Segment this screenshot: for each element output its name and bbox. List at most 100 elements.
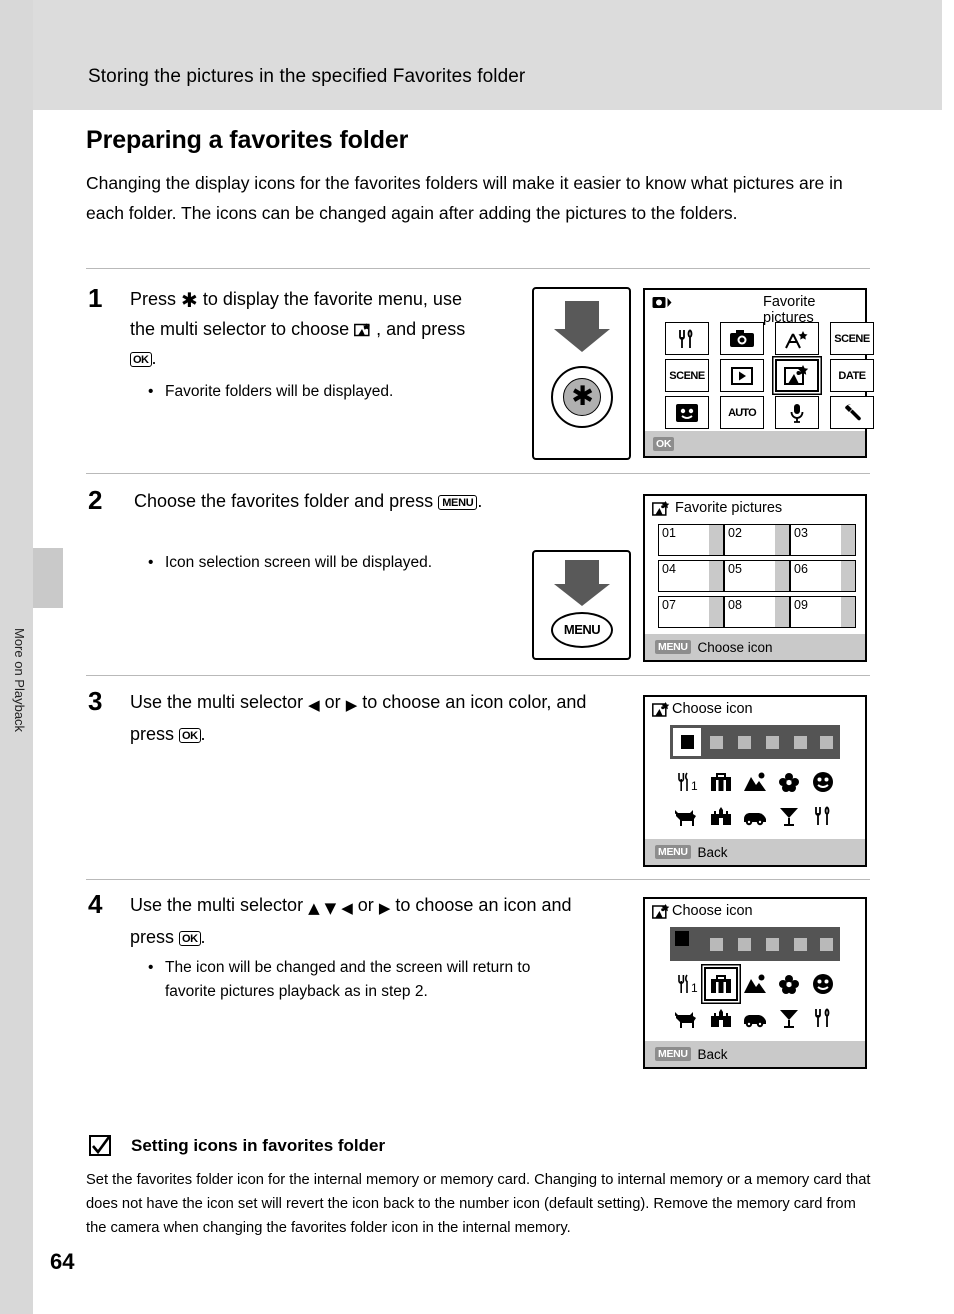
- folder-cell-02[interactable]: 02: [724, 524, 790, 556]
- step-3-text-part1: Use the multi selector: [130, 692, 304, 712]
- menu-cell-voice[interactable]: [775, 396, 819, 429]
- icon-dog[interactable]: [670, 1003, 704, 1033]
- step-1-button-panel: ✱: [532, 287, 631, 460]
- right-arrow-icon: ▶: [345, 696, 358, 714]
- color-swatch-2[interactable]: [710, 736, 723, 749]
- step-4-text-part4: .: [200, 927, 206, 947]
- icon-cocktail[interactable]: [772, 1003, 806, 1033]
- icon-castle[interactable]: [704, 801, 738, 831]
- favorite-menu-footer-ok: OK: [653, 434, 675, 452]
- menu-cell-camera[interactable]: [720, 322, 764, 355]
- folder-cell-03[interactable]: 03: [790, 524, 856, 556]
- icon-mountain[interactable]: [738, 767, 772, 797]
- divider-4: [86, 879, 870, 880]
- screen-folder-list: Favorite pictures 01 02 03 04 05 06 07 0…: [643, 494, 867, 662]
- icon-face[interactable]: [806, 969, 840, 999]
- step-2-text-part1: Choose the favorites folder and press: [134, 491, 434, 511]
- icon-flower[interactable]: [772, 767, 806, 797]
- icon-bag[interactable]: [704, 767, 738, 797]
- menu-cell-scene[interactable]: SCENE: [830, 322, 874, 355]
- screen-favorite-menu: Favorite pictures SCENE SCENE DATE AUTO …: [643, 288, 874, 458]
- color-swatch-4[interactable]: [766, 938, 779, 951]
- svg-text:1: 1: [691, 981, 698, 995]
- color-swatch-4[interactable]: [766, 736, 779, 749]
- color-swatch-5[interactable]: [794, 938, 807, 951]
- icon-car[interactable]: [738, 801, 772, 831]
- step-2-text: Choose the favorites folder and press ME…: [134, 487, 494, 516]
- color-swatch-3[interactable]: [738, 736, 751, 749]
- folder-cell-06[interactable]: 06: [790, 560, 856, 592]
- menu-cell-restaurant[interactable]: [665, 322, 709, 355]
- step-1-number: 1: [88, 283, 103, 313]
- divider-3: [86, 675, 870, 676]
- step-2-bullet: Icon selection screen will be displayed.: [148, 551, 505, 575]
- icon-mountain[interactable]: [738, 969, 772, 999]
- color-swatch-3[interactable]: [738, 938, 751, 951]
- choose-icon-footer-3: MENU Back: [655, 845, 728, 860]
- folder-cell-01[interactable]: 01: [658, 524, 724, 556]
- step-1-text-part4: .: [151, 348, 157, 368]
- color-swatch-6[interactable]: [820, 736, 833, 749]
- folder-cell-04[interactable]: 04: [658, 560, 724, 592]
- icon-bag-selected[interactable]: [704, 967, 738, 1001]
- color-strip: [670, 725, 840, 759]
- intro-paragraph: Changing the display icons for the favor…: [86, 173, 843, 223]
- menu-cell-setup[interactable]: [830, 396, 874, 429]
- screen-choose-icon-color: Choose icon 1 MENU Back: [643, 695, 867, 867]
- folder-cell-07[interactable]: 07: [658, 596, 724, 628]
- color-swatch-selected[interactable]: [673, 728, 701, 756]
- ok-button-icon: OK: [179, 931, 201, 946]
- page-content: Preparing a favorites folder Changing th…: [0, 0, 954, 1314]
- icon-cutlery[interactable]: [806, 801, 840, 831]
- menu-cell-scene-mode[interactable]: SCENE: [665, 359, 709, 392]
- color-strip: [670, 927, 840, 961]
- favorites-icon: [652, 904, 670, 919]
- left-arrow-icon: ◀: [308, 696, 320, 714]
- ok-button-icon: OK: [130, 352, 152, 367]
- color-swatch-5[interactable]: [794, 736, 807, 749]
- menu-cell-date[interactable]: DATE: [830, 359, 874, 392]
- icon-flower[interactable]: [772, 969, 806, 999]
- icon-car[interactable]: [738, 1003, 772, 1033]
- icon-dog[interactable]: [670, 801, 704, 831]
- menu-cell-favorites-selected[interactable]: [775, 359, 819, 392]
- icon-castle[interactable]: [704, 1003, 738, 1033]
- folder-cell-08[interactable]: 08: [724, 596, 790, 628]
- step-2-number: 2: [88, 485, 103, 515]
- folder-cell-05[interactable]: 05: [724, 560, 790, 592]
- menu-cell-auto[interactable]: AUTO: [720, 396, 764, 429]
- icon-number-1[interactable]: 1: [670, 767, 704, 797]
- step-1-bullet: Favorite folders will be displayed.: [148, 380, 485, 404]
- choose-icon-footer-4: MENU Back: [655, 1047, 728, 1062]
- favorites-icon: [652, 702, 670, 717]
- choose-icon-title-4: Choose icon: [672, 903, 753, 919]
- step-3-text-part2: or: [324, 692, 341, 712]
- step-1-text: Press ✱ to display the favorite menu, us…: [130, 285, 490, 373]
- menu-button-icon: MENU: [438, 495, 478, 510]
- note-body: Set the favorites folder icon for the in…: [86, 1172, 871, 1237]
- favorites-icon: [652, 501, 670, 516]
- color-swatch-2[interactable]: [710, 938, 723, 951]
- folder-cell-09[interactable]: 09: [790, 596, 856, 628]
- menu-cell-fireworks[interactable]: [775, 322, 819, 355]
- color-swatch-selected[interactable]: [675, 931, 689, 946]
- screen-choose-icon-pick: Choose icon 1 MENU Back: [643, 897, 867, 1069]
- icon-face[interactable]: [806, 767, 840, 797]
- icon-cocktail[interactable]: [772, 801, 806, 831]
- menu-cell-playback[interactable]: [720, 359, 764, 392]
- note-title: Setting icons in favorites folder: [131, 1136, 386, 1155]
- note-icon: [89, 1135, 113, 1157]
- up-arrow-icon: ▲: [308, 899, 320, 917]
- down-arrow-icon: ▼: [324, 899, 337, 917]
- menu-cell-portrait[interactable]: [665, 396, 709, 429]
- icon-cutlery[interactable]: [806, 1003, 840, 1033]
- color-swatch-6[interactable]: [820, 938, 833, 951]
- divider-1: [86, 268, 870, 269]
- icon-number-1[interactable]: 1: [670, 969, 704, 999]
- step-4-text-part2: or: [357, 895, 374, 915]
- divider-2: [86, 473, 870, 474]
- step-2-button-panel: MENU: [532, 550, 631, 660]
- asterisk-key-icon: ✱: [181, 288, 198, 312]
- svg-text:1: 1: [691, 779, 698, 793]
- step-3-text: Use the multi selector ◀ or ▶ to choose …: [130, 688, 600, 749]
